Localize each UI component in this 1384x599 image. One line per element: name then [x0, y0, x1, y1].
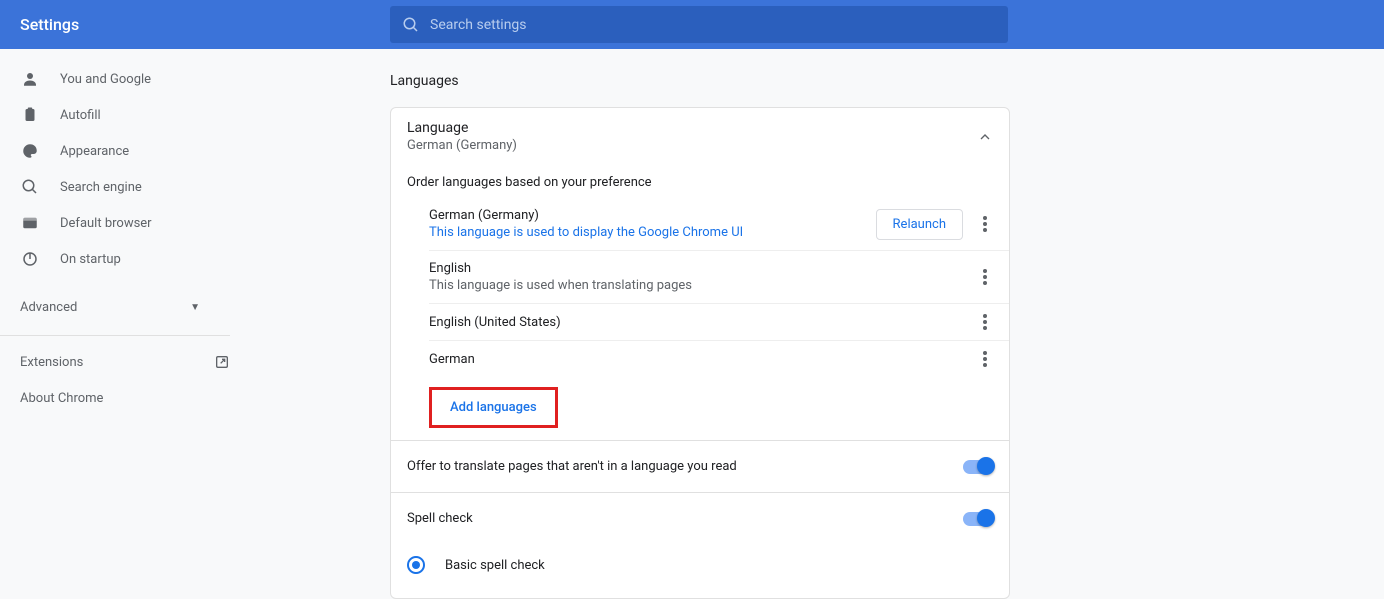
sidebar-item-autofill[interactable]: Autofill: [0, 97, 250, 133]
translate-setting-row: Offer to translate pages that aren't in …: [391, 441, 1009, 492]
order-text: Order languages based on your preference: [391, 175, 1009, 198]
content: Languages Language German (Germany) Orde…: [250, 49, 1384, 599]
extensions-label: Extensions: [20, 355, 83, 370]
page-title: Settings: [20, 15, 79, 34]
sidebar-item-label: Default browser: [60, 216, 152, 231]
spellcheck-toggle[interactable]: [963, 512, 993, 526]
clipboard-icon: [20, 106, 40, 124]
open-external-icon: [214, 354, 230, 370]
search-icon: [20, 178, 40, 196]
language-name: German: [429, 352, 977, 367]
sidebar-extensions[interactable]: Extensions: [0, 344, 250, 380]
language-note: This language is used when translating p…: [429, 278, 977, 293]
basic-spellcheck-radio[interactable]: [407, 556, 425, 574]
more-icon[interactable]: [977, 269, 993, 285]
language-card-header[interactable]: Language German (Germany): [391, 108, 1009, 165]
relaunch-button[interactable]: Relaunch: [876, 209, 963, 240]
spellcheck-option-row: Basic spell check: [391, 544, 1009, 598]
divider: [0, 335, 230, 336]
sidebar-item-label: Search engine: [60, 180, 142, 195]
sidebar-item-label: Appearance: [60, 144, 129, 159]
language-title: Language: [407, 120, 517, 136]
sidebar-item-label: On startup: [60, 252, 121, 267]
spellcheck-setting-row: Spell check: [391, 493, 1009, 544]
language-name: English (United States): [429, 315, 977, 330]
header: Settings: [0, 0, 1384, 49]
language-note: This language is used to display the Goo…: [429, 225, 876, 240]
sidebar-item-search-engine[interactable]: Search engine: [0, 169, 250, 205]
section-title: Languages: [390, 73, 1384, 89]
browser-icon: [20, 214, 40, 232]
power-icon: [20, 250, 40, 268]
add-languages-button[interactable]: Add languages: [429, 387, 558, 428]
spellcheck-label: Spell check: [407, 511, 473, 526]
translate-toggle[interactable]: [963, 460, 993, 474]
advanced-label: Advanced: [20, 300, 77, 315]
sidebar-about-chrome[interactable]: About Chrome: [0, 380, 250, 416]
sidebar-advanced[interactable]: Advanced ▼: [0, 287, 250, 327]
search-bar[interactable]: [390, 6, 1008, 43]
language-card: Language German (Germany) Order language…: [390, 107, 1010, 599]
basic-spellcheck-label: Basic spell check: [445, 558, 545, 573]
language-row: English This language is used when trans…: [429, 251, 1009, 304]
more-icon[interactable]: [977, 351, 993, 367]
sidebar-item-you-and-google[interactable]: You and Google: [0, 61, 250, 97]
sidebar-item-appearance[interactable]: Appearance: [0, 133, 250, 169]
sidebar-item-default-browser[interactable]: Default browser: [0, 205, 250, 241]
chevron-down-icon: ▼: [190, 302, 200, 313]
language-list: German (Germany) This language is used t…: [391, 198, 1009, 377]
search-input[interactable]: [430, 17, 996, 33]
sidebar-item-label: Autofill: [60, 108, 101, 123]
about-label: About Chrome: [20, 391, 103, 406]
sidebar-item-label: You and Google: [60, 72, 151, 87]
language-row: German: [429, 341, 1009, 377]
chevron-up-icon: [977, 129, 993, 145]
more-icon[interactable]: [977, 314, 993, 330]
translate-label: Offer to translate pages that aren't in …: [407, 459, 737, 474]
language-row: English (United States): [429, 304, 1009, 341]
language-name: English: [429, 261, 977, 276]
search-icon: [402, 16, 420, 34]
language-name: German (Germany): [429, 208, 876, 223]
sidebar: You and Google Autofill Appearance Searc…: [0, 49, 250, 599]
person-icon: [20, 70, 40, 88]
language-row: German (Germany) This language is used t…: [429, 198, 1009, 251]
language-subtitle: German (Germany): [407, 138, 517, 153]
sidebar-item-on-startup[interactable]: On startup: [0, 241, 250, 277]
palette-icon: [20, 142, 40, 160]
more-icon[interactable]: [977, 216, 993, 232]
